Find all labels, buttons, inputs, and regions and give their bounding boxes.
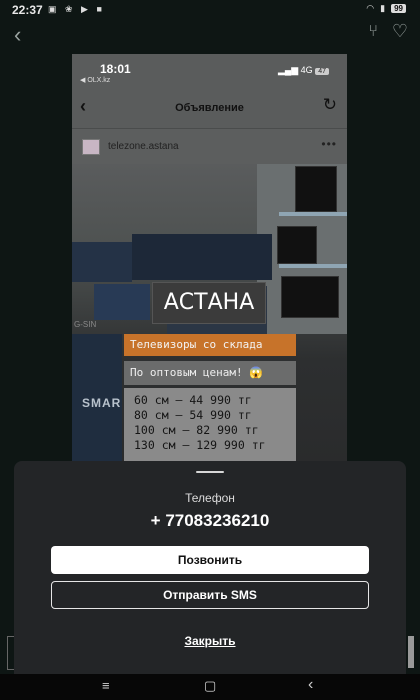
status-bar: 22:37 ▣ ❀ ▶ ■ ◠ ▮ 99: [0, 0, 420, 20]
background-card-edge: [7, 636, 14, 670]
photo-refresh-icon: ↻: [322, 95, 337, 114]
photo-page-title: Объявление: [175, 102, 244, 114]
city-sign: АСТАНА: [152, 282, 266, 324]
tv-on-wall: [295, 166, 337, 212]
phone-bottom-sheet: Телефон + 77083236210 Позвонить Отправит…: [14, 461, 406, 674]
price-line: 80 см — 54 990 тг: [134, 408, 252, 422]
tv-box: [94, 284, 150, 320]
photo-network: ▂▄▆ 4G 47: [278, 65, 329, 76]
tv-box: [72, 242, 132, 282]
photo-clock: 18:01: [100, 62, 131, 76]
price-list: 60 см — 44 990 тг 80 см — 54 990 тг 100 …: [124, 388, 296, 464]
phone-number: + 77083236210: [150, 511, 270, 530]
tagline-sign: Телевизоры со склада: [124, 334, 296, 356]
wifi-icon: ◠: [366, 3, 375, 13]
price-line: 100 см — 82 990 тг: [134, 423, 259, 437]
price-line: 130 см — 129 990 тг: [134, 438, 266, 452]
photo-battery-icon: 47: [315, 68, 329, 75]
photo-source-app: ◀ OLX.kz: [80, 77, 111, 84]
share-icon[interactable]: ⑂: [368, 23, 378, 41]
system-nav-bar: ≡ ▢ ‹: [0, 674, 420, 700]
box-brand-small: G-SIN: [74, 320, 97, 329]
close-link[interactable]: Закрыть: [14, 634, 406, 648]
phone-label: Телефон: [185, 491, 235, 505]
ad-image[interactable]: 18:01 ◀ OLX.kz ▂▄▆ 4G 47 ‹ Объявление ↻ …: [72, 54, 347, 464]
wholesale-sign: По оптовым ценам! 😱: [124, 361, 296, 385]
wall-shelf: [279, 264, 347, 268]
tv-box: [132, 234, 272, 280]
tv-on-wall: [277, 226, 317, 264]
notification-icons: ▣ ❀ ▶ ■: [48, 4, 105, 14]
clock: 22:37: [12, 3, 43, 17]
favorite-heart-icon[interactable]: ♡: [392, 21, 408, 42]
system-back-icon[interactable]: ‹: [308, 676, 313, 694]
recent-apps-icon[interactable]: ≡: [102, 678, 110, 693]
drag-handle[interactable]: [196, 471, 224, 473]
photo-signal-icon: ▂▄▆: [277, 65, 301, 75]
back-arrow-icon[interactable]: ‹: [14, 22, 21, 48]
tv-on-wall: [281, 276, 339, 318]
seller-name: telezone.astana: [108, 141, 179, 152]
send-sms-button[interactable]: Отправить SMS: [51, 581, 369, 609]
top-bar: ‹ ⑂ ♡: [0, 20, 420, 50]
wall-shelf: [279, 212, 347, 216]
price-line: 60 см — 44 990 тг: [134, 393, 252, 407]
home-icon[interactable]: ▢: [204, 678, 216, 694]
signal-icon: ▮: [380, 3, 386, 13]
photo-status-bar: 18:01 ◀ OLX.kz ▂▄▆ 4G 47: [72, 54, 347, 88]
call-button[interactable]: Позвонить: [51, 546, 369, 574]
photo-nav-bar: ‹ Объявление ↻: [72, 88, 347, 128]
store-scene: G-SIN SMAR АСТАНА Телевизоры со склада П…: [72, 164, 347, 464]
background-card-edge: [408, 636, 414, 668]
battery-icon: 99: [391, 4, 406, 13]
system-icons: ◠ ▮ 99: [366, 3, 406, 14]
photo-seller-row: telezone.astana •••: [72, 128, 347, 165]
more-icon: •••: [321, 137, 337, 151]
box-brand-large: SMAR: [82, 396, 122, 410]
seller-logo: [82, 139, 100, 155]
